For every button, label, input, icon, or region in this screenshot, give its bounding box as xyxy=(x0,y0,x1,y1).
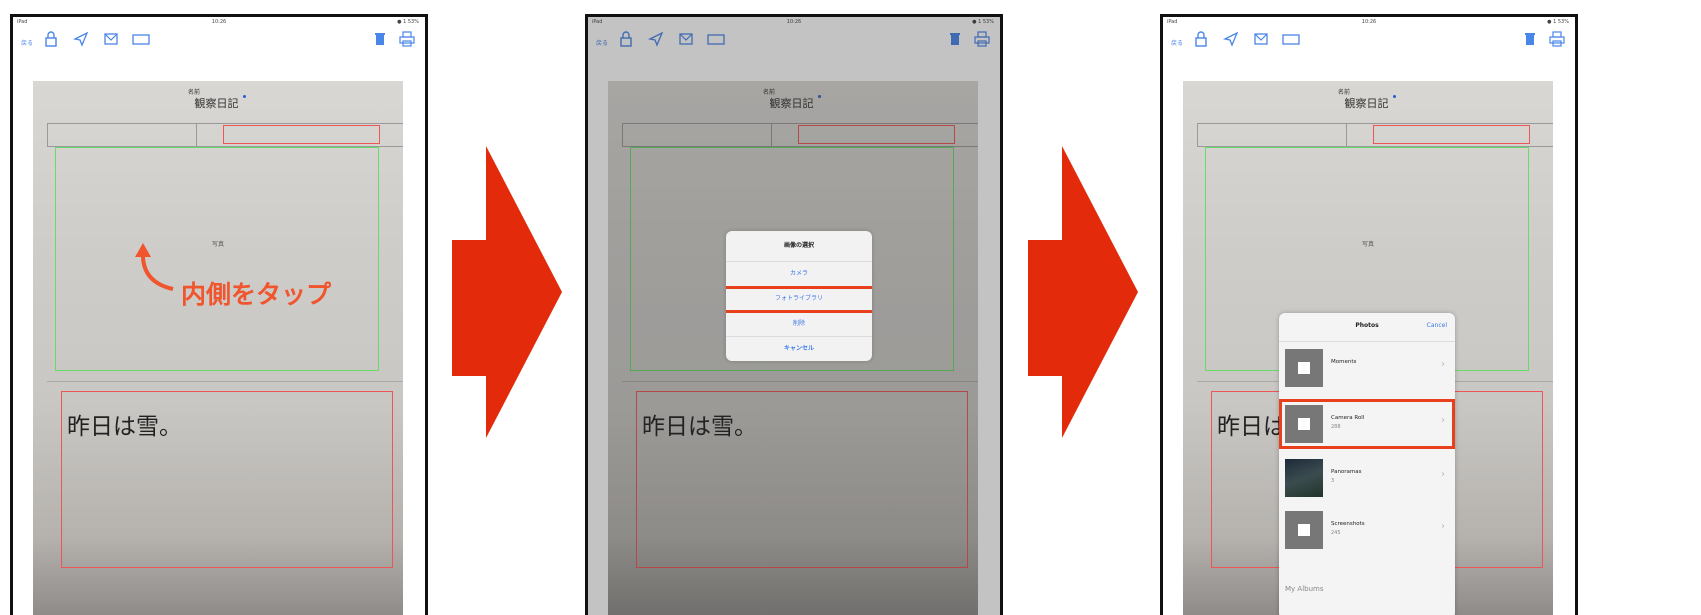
action-sheet-title: 画像の選択 xyxy=(726,231,872,262)
trash-icon[interactable] xyxy=(373,31,387,47)
my-albums-header: My Albums xyxy=(1285,585,1324,593)
carrier-label: iPad xyxy=(17,19,28,25)
send-icon[interactable] xyxy=(73,31,89,47)
album-thumbnail xyxy=(1285,405,1323,443)
album-row-moments[interactable]: Moments › xyxy=(1279,343,1455,393)
chevron-right-icon: › xyxy=(1441,359,1445,370)
name-field[interactable] xyxy=(1373,125,1530,144)
picker-cancel-button[interactable]: Cancel xyxy=(1427,322,1447,329)
status-bar: iPad 10:26 ● 1 53% xyxy=(13,17,425,27)
photos-album-picker: Photos Cancel Moments › Camera Roll 288 … xyxy=(1279,313,1455,615)
arrow-right-icon xyxy=(452,146,562,438)
text-content: 昨日は雪。 xyxy=(67,414,182,440)
album-name: Moments xyxy=(1331,359,1357,365)
name-label: 名前 xyxy=(1338,89,1351,96)
rectangle-icon[interactable] xyxy=(1281,31,1301,47)
curved-arrow-icon xyxy=(135,243,174,291)
clock: 10:26 xyxy=(211,19,227,25)
toolbar: 戻る xyxy=(13,27,425,55)
mail-icon[interactable] xyxy=(103,31,119,47)
camera-option[interactable]: カメラ xyxy=(726,262,872,287)
screenshot-panel-2: iPad 10:26 ● 1 53% 戻る 観察日記 名前 昨日は雪。 画像の選… xyxy=(585,14,1003,615)
album-count: 288 xyxy=(1331,424,1341,430)
clock: 10:26 xyxy=(1361,19,1377,25)
album-name: Camera Roll xyxy=(1331,415,1365,421)
toolbar: 戻る xyxy=(1163,27,1575,55)
lock-icon[interactable] xyxy=(43,31,59,47)
back-button[interactable]: 戻る xyxy=(21,36,33,52)
name-label: 名前 xyxy=(188,89,201,96)
name-field[interactable] xyxy=(223,125,380,144)
picker-header: Photos Cancel xyxy=(1279,313,1455,342)
screenshot-panel-1: iPad 10:26 ● 1 53% 戻る 観察日記 名前 写真 昨日は雪。 内… xyxy=(10,14,428,615)
photo-library-option[interactable]: フォトライブラリ xyxy=(726,286,872,313)
tap-hint: 内側をタップ xyxy=(123,237,353,317)
divider-line xyxy=(47,381,403,382)
chevron-right-icon: › xyxy=(1441,521,1445,532)
album-row-screenshots[interactable]: Screenshots 245 › xyxy=(1279,505,1455,555)
print-icon[interactable] xyxy=(1549,31,1565,47)
album-row-camera-roll[interactable]: Camera Roll 288 › xyxy=(1279,399,1455,449)
cancel-option[interactable]: キャンセル xyxy=(726,337,872,361)
screenshot-panel-3: iPad 10:26 ● 1 53% 戻る 観察日記 名前 写真 昨日は雪。 P… xyxy=(1160,14,1578,615)
document-title: 観察日記 xyxy=(33,95,403,111)
album-thumbnail xyxy=(1285,349,1323,387)
chevron-right-icon: › xyxy=(1441,469,1445,480)
chevron-right-icon: › xyxy=(1441,415,1445,426)
album-count: 3 xyxy=(1331,478,1335,484)
send-icon[interactable] xyxy=(1223,31,1239,47)
battery-indicator: ● 1 53% xyxy=(397,19,419,25)
album-thumbnail xyxy=(1285,511,1323,549)
album-name: Panoramas xyxy=(1331,469,1362,475)
album-count: 245 xyxy=(1331,530,1341,536)
rectangle-icon[interactable] xyxy=(131,31,151,47)
arrow-right-icon xyxy=(1028,146,1138,438)
album-name: Screenshots xyxy=(1331,521,1365,527)
battery-indicator: ● 1 53% xyxy=(1547,19,1569,25)
back-button[interactable]: 戻る xyxy=(1171,36,1183,52)
document-page: 観察日記 名前 写真 昨日は雪。 xyxy=(33,81,403,615)
album-row-panoramas[interactable]: Panoramas 3 › xyxy=(1279,453,1455,503)
album-thumbnail xyxy=(1285,459,1323,497)
status-bar: iPad 10:26 ● 1 53% xyxy=(1163,17,1575,27)
print-icon[interactable] xyxy=(399,31,415,47)
lock-icon[interactable] xyxy=(1193,31,1209,47)
mail-icon[interactable] xyxy=(1253,31,1269,47)
hint-text: 内側をタップ xyxy=(181,280,332,309)
carrier-label: iPad xyxy=(1167,19,1178,25)
photo-label: 写真 xyxy=(1361,241,1374,248)
image-select-action-sheet: 画像の選択 カメラ フォトライブラリ 削除 キャンセル xyxy=(726,231,872,361)
delete-option[interactable]: 削除 xyxy=(726,312,872,337)
document-title: 観察日記 xyxy=(1183,95,1553,111)
trash-icon[interactable] xyxy=(1523,31,1537,47)
